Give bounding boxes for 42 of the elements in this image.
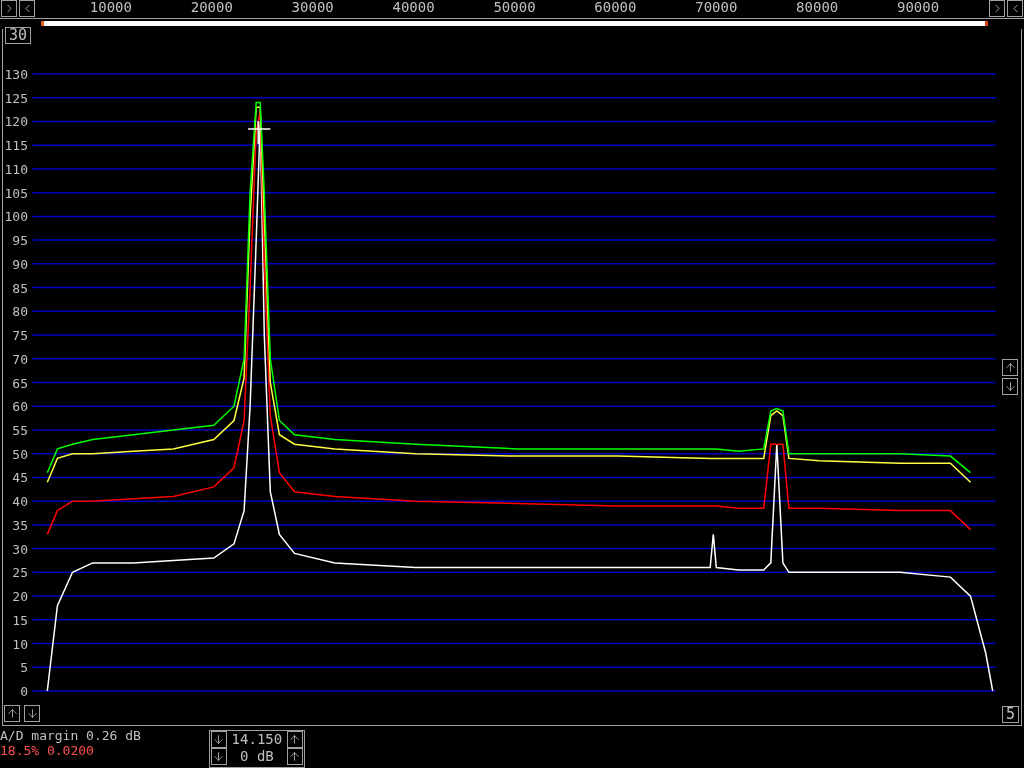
axis-label: 130	[4, 67, 28, 82]
axis-label: 90	[12, 256, 28, 272]
axis-label: 50	[12, 446, 28, 462]
frequency-label: 80000	[796, 0, 839, 15]
axis-label: 85	[12, 280, 28, 296]
axis-label: 45	[12, 470, 28, 486]
frequency-label: 40000	[392, 0, 435, 15]
scale-box: 5	[1001, 706, 1019, 723]
axis-label: 70	[12, 351, 28, 367]
axis-label: 5	[20, 660, 28, 676]
control-value: 0 dB	[239, 749, 275, 764]
axis-label: 30	[12, 541, 28, 557]
axis-label: 115	[4, 138, 28, 154]
frequency-label: 50000	[493, 0, 536, 15]
frequency-label: 30000	[291, 0, 334, 15]
frequency-label: 60000	[594, 0, 637, 15]
axis-label: 65	[12, 375, 28, 391]
axis-label: 105	[4, 185, 28, 201]
frequency-label: 90000	[897, 0, 940, 15]
frequency-label: 70000	[695, 0, 738, 15]
axis-label: 125	[4, 90, 28, 106]
axis-label: 75	[12, 328, 28, 344]
axis-label: 80	[12, 304, 28, 320]
overload-text: 18.5% 0.0200	[0, 743, 95, 758]
axis-label: 40	[12, 494, 28, 510]
axis-label: 10	[12, 636, 28, 652]
axis-label: 20	[12, 589, 28, 605]
axis-label: 25	[12, 565, 28, 581]
axis-label: 60	[12, 399, 28, 415]
axis-label: 95	[12, 233, 28, 249]
axis-label: 0	[20, 684, 28, 699]
axis-label: 120	[4, 114, 28, 130]
axis-label: 110	[4, 161, 28, 177]
axis-label: 15	[12, 612, 28, 628]
axis-label: 55	[12, 422, 28, 438]
frequency-label: 10000	[89, 0, 132, 15]
control-value: 14.150	[230, 732, 284, 747]
frequency-label: 20000	[190, 0, 233, 15]
axis-label: 35	[12, 517, 28, 533]
axis-label: 100	[4, 209, 28, 225]
ad-margin-text: A/D margin 0.26 dB	[0, 728, 141, 743]
average-count: 30	[5, 27, 32, 44]
